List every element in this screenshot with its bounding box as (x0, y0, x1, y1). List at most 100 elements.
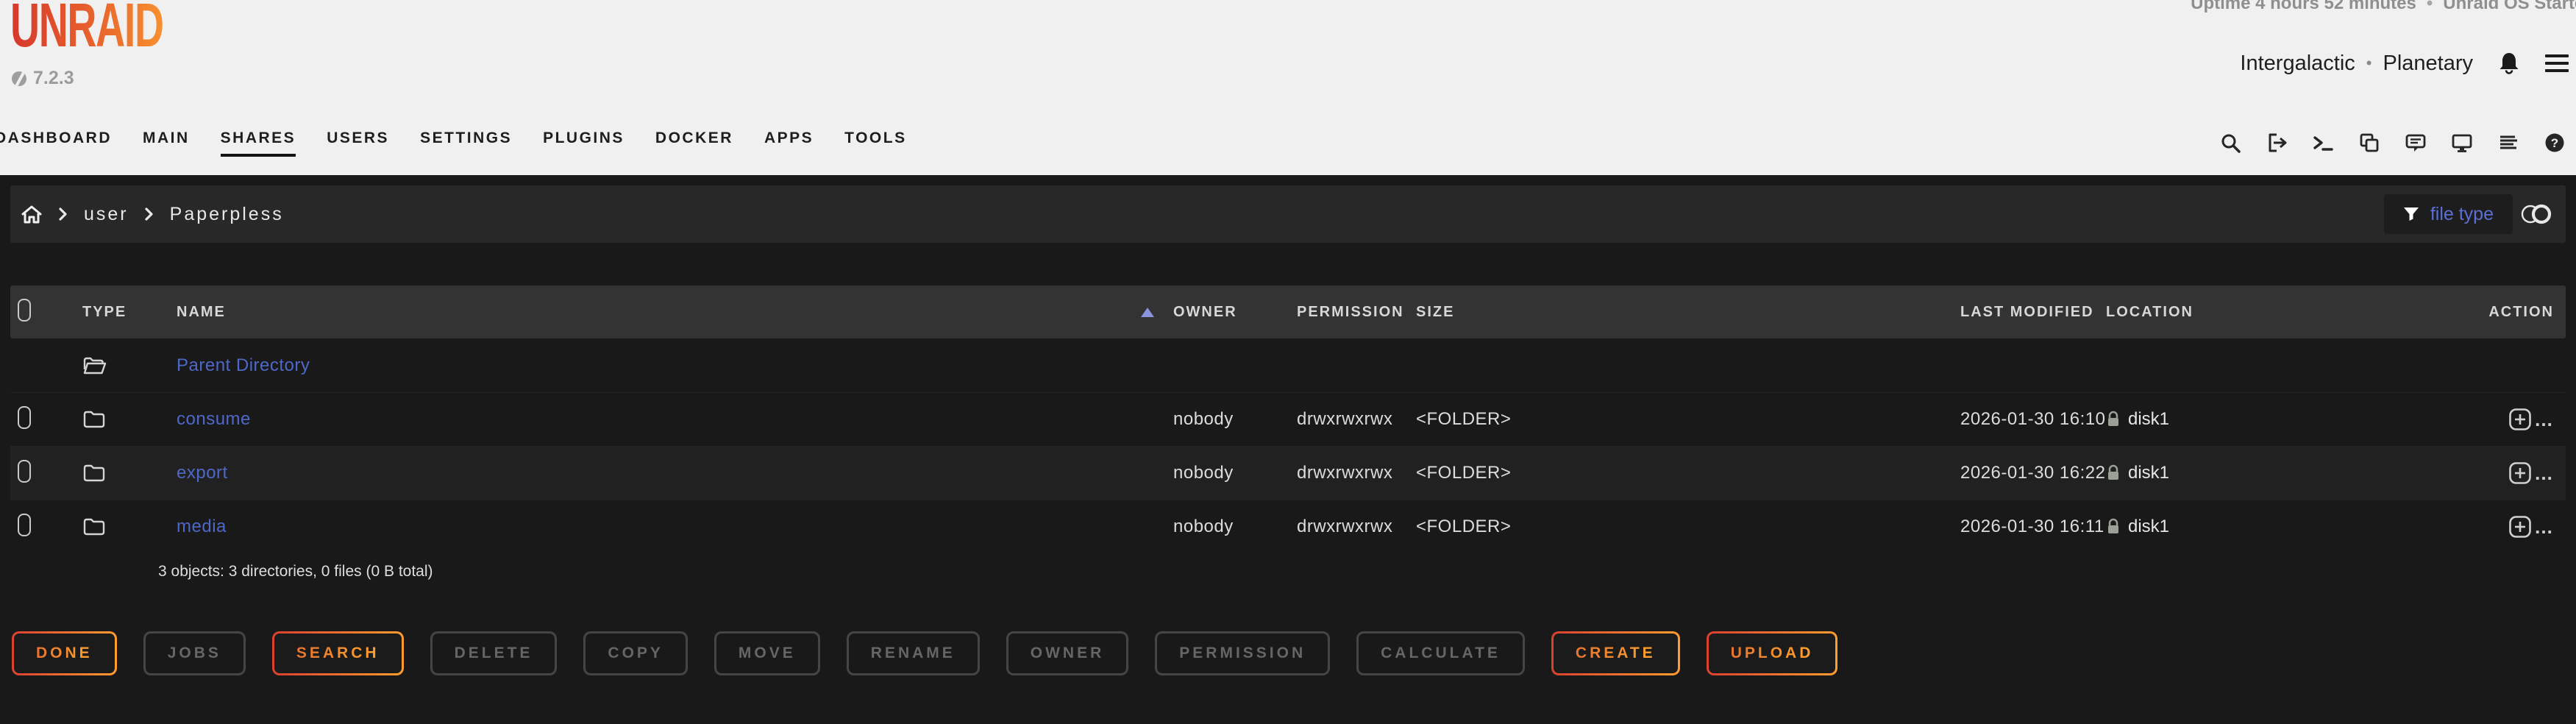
filter-funnel-icon (2403, 207, 2419, 221)
create-button[interactable]: CREATE (1551, 631, 1680, 675)
copy-button[interactable]: COPY (583, 631, 688, 675)
row-checkbox[interactable] (18, 406, 31, 429)
location-cell: disk1 (2106, 517, 2349, 537)
uptime-status: Uptime 4 hours 52 minutes•Unraid OS Star… (2191, 0, 2576, 14)
jobs-button[interactable]: JOBS (143, 631, 246, 675)
main-nav: DASHBOARD MAIN SHARES USERS SETTINGS PLU… (0, 125, 2576, 160)
version-icon (12, 71, 26, 86)
lock-icon (2106, 464, 2121, 482)
folder-icon (82, 517, 106, 537)
owner-cell: nobody (1163, 517, 1287, 537)
server-name: Intergalactic (2240, 52, 2355, 76)
menu-hamburger-icon[interactable] (2545, 54, 2569, 72)
location-cell: disk1 (2106, 463, 2349, 483)
last-modified-cell: 2026-01-30 16:11 (1950, 517, 2106, 537)
home-icon[interactable] (21, 204, 43, 224)
breadcrumb-user[interactable]: user (84, 204, 129, 225)
help-icon[interactable]: ? (2544, 132, 2566, 154)
owner-cell: nobody (1163, 463, 1287, 483)
column-header-location[interactable]: LOCATION (2106, 304, 2349, 321)
header: UNRAID 7.2.3 Uptime 4 hours 52 minutes • U… (0, 0, 2576, 175)
nav-main[interactable]: MAIN (143, 129, 190, 157)
more-actions-ellipsis: … (2534, 517, 2554, 539)
size-cell: <FOLDER> (1406, 409, 1950, 430)
permission-cell: drwxrwxrwx (1287, 517, 1406, 537)
column-header-permission[interactable]: PERMISSION (1287, 304, 1406, 321)
column-header-action[interactable]: ACTION (2488, 304, 2566, 321)
owner-button[interactable]: OWNER (1006, 631, 1129, 675)
table-row-media: media nobody drwxrwxrwx <FOLDER> 2026-01… (10, 500, 2566, 553)
search-icon[interactable] (2219, 132, 2241, 154)
nav-apps[interactable]: APPS (764, 129, 814, 157)
status-separator: • (2427, 0, 2433, 13)
breadcrumb-bar: user Paperpless file type (10, 185, 2566, 243)
action-buttons: DONE JOBS SEARCH DELETE COPY MOVE RENAME… (12, 631, 1837, 675)
sign-out-icon[interactable] (2266, 132, 2288, 154)
permission-button[interactable]: PERMISSION (1155, 631, 1330, 675)
search-button[interactable]: SEARCH (272, 631, 404, 675)
row-checkbox[interactable] (18, 514, 31, 536)
row-action-button[interactable]: … (2508, 408, 2566, 431)
owner-cell: nobody (1163, 409, 1287, 430)
chevron-right-icon (145, 207, 154, 221)
file-table: TYPE NAME OWNER PERMISSION SIZE LAST MOD… (10, 285, 2566, 553)
nav-users[interactable]: USERS (327, 129, 389, 157)
add-action-icon (2508, 461, 2532, 485)
sort-ascending-icon (1141, 308, 1154, 317)
done-button[interactable]: DONE (12, 631, 117, 675)
table-header-row: TYPE NAME OWNER PERMISSION SIZE LAST MOD… (10, 285, 2566, 338)
file-name-link[interactable]: export (177, 463, 228, 483)
last-modified-cell: 2026-01-30 16:22 (1950, 463, 2106, 483)
breadcrumb-paperpless[interactable]: Paperpless (170, 204, 284, 225)
uptime-text: Uptime 4 hours 52 minutes (2191, 0, 2416, 13)
nav-docker[interactable]: DOCKER (655, 129, 733, 157)
column-header-name[interactable]: NAME (159, 304, 1163, 321)
row-action-button[interactable]: … (2508, 515, 2566, 539)
parent-directory-link[interactable]: Parent Directory (177, 355, 310, 376)
table-row-parent: Parent Directory (10, 338, 2566, 392)
permission-cell: drwxrwxrwx (1287, 409, 1406, 430)
column-header-last-modified[interactable]: LAST MODIFIED (1950, 304, 2106, 321)
server-separator: • (2366, 54, 2372, 73)
move-button[interactable]: MOVE (714, 631, 820, 675)
nav-plugins[interactable]: PLUGINS (543, 129, 625, 157)
permission-cell: drwxrwxrwx (1287, 463, 1406, 483)
row-checkbox[interactable] (18, 460, 31, 483)
feedback-icon[interactable] (2405, 132, 2427, 154)
calculate-button[interactable]: CALCULATE (1356, 631, 1525, 675)
upload-button[interactable]: UPLOAD (1707, 631, 1838, 675)
chevron-right-icon (59, 207, 68, 221)
notifications-bell-icon[interactable] (2497, 51, 2522, 76)
nav-shares[interactable]: SHARES (221, 129, 296, 157)
column-header-type[interactable]: TYPE (66, 304, 159, 321)
lock-icon (2106, 411, 2121, 428)
more-actions-ellipsis: … (2534, 410, 2554, 431)
log-icon[interactable] (2497, 132, 2519, 154)
row-action-button[interactable]: … (2508, 461, 2566, 485)
last-modified-cell: 2026-01-30 16:10 (1950, 409, 2106, 430)
view-toggle-icon[interactable] (2520, 203, 2554, 225)
file-type-filter[interactable]: file type (2384, 194, 2513, 234)
size-cell: <FOLDER> (1406, 517, 1950, 537)
add-action-icon (2508, 515, 2532, 539)
server-identity: Intergalactic • Planetary (2240, 43, 2569, 84)
unraid-file-manager: UNRAID 7.2.3 Uptime 4 hours 52 minutes • U… (0, 0, 2576, 724)
file-manager-content: user Paperpless file type TYPE (0, 175, 2576, 724)
monitor-icon[interactable] (2451, 132, 2473, 154)
select-all-checkbox[interactable] (18, 299, 31, 322)
nav-settings[interactable]: SETTINGS (420, 129, 512, 157)
terminal-icon[interactable] (2312, 132, 2334, 154)
copy-windows-icon[interactable] (2358, 132, 2380, 154)
add-action-icon (2508, 408, 2532, 431)
file-name-link[interactable]: media (177, 517, 227, 537)
column-header-owner[interactable]: OWNER (1163, 304, 1287, 321)
file-name-link[interactable]: consume (177, 409, 251, 430)
rename-button[interactable]: RENAME (847, 631, 980, 675)
column-header-size[interactable]: SIZE (1406, 304, 1950, 321)
delete-button[interactable]: DELETE (430, 631, 558, 675)
size-cell: <FOLDER> (1406, 463, 1950, 483)
unraid-logo[interactable]: UNRAID (10, 0, 163, 61)
nav-dashboard[interactable]: DASHBOARD (0, 129, 112, 157)
nav-tools[interactable]: TOOLS (844, 129, 906, 157)
version-badge: 7.2.3 (12, 68, 74, 89)
